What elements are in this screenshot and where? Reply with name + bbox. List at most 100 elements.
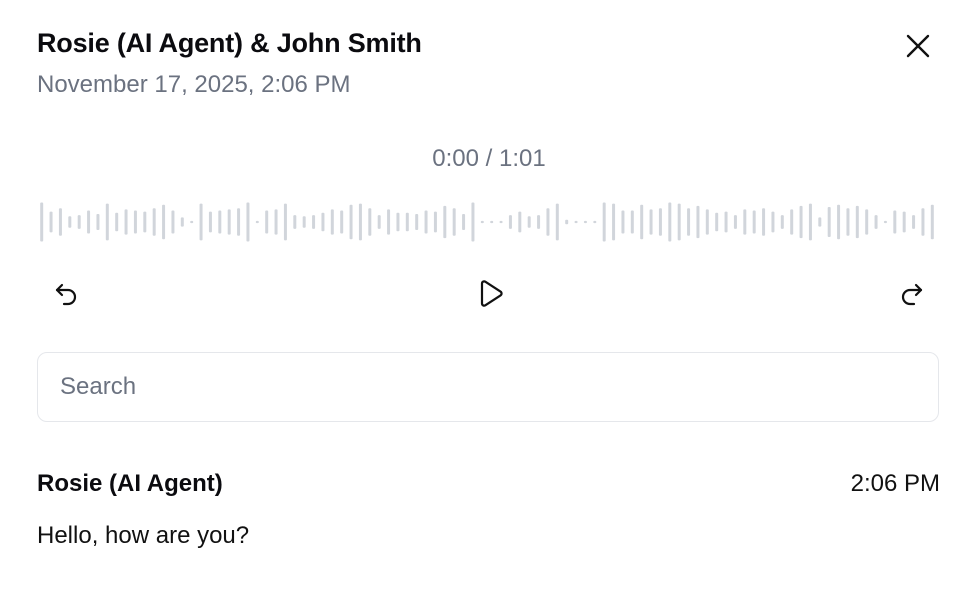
waveform-bar xyxy=(480,220,484,224)
waveform-bar xyxy=(40,202,44,242)
waveform-bar xyxy=(865,209,869,235)
waveform-bar xyxy=(471,202,475,242)
waveform-bar xyxy=(818,217,822,227)
waveform-bar xyxy=(199,203,203,241)
waveform-bar xyxy=(433,211,437,233)
waveform-bar xyxy=(405,212,409,232)
waveform-bar xyxy=(752,210,756,234)
waveform-bar xyxy=(105,203,109,241)
waveform-bar xyxy=(115,212,119,232)
play-button[interactable] xyxy=(468,272,512,316)
waveform-bar xyxy=(218,210,222,234)
waveform-bar xyxy=(49,211,53,233)
waveform-bar xyxy=(696,205,700,239)
waveform-bar xyxy=(583,220,587,224)
waveform-bar xyxy=(771,211,775,233)
close-button[interactable] xyxy=(898,26,938,66)
waveform-bar xyxy=(265,210,269,234)
transcript-search[interactable] xyxy=(37,352,939,422)
skip-back-button[interactable] xyxy=(44,272,88,316)
message-time: 2:06 PM xyxy=(850,470,940,497)
waveform-bar xyxy=(340,210,344,234)
waveform-bar xyxy=(293,215,297,229)
waveform-bar xyxy=(143,211,147,233)
waveform-bar xyxy=(415,213,419,231)
waveform-bar xyxy=(424,210,428,234)
waveform-bar xyxy=(377,215,381,229)
rewind-icon xyxy=(55,283,77,306)
waveform-bar xyxy=(921,208,925,236)
waveform-bar xyxy=(255,220,259,224)
waveform-bar xyxy=(902,211,906,233)
waveform-bar xyxy=(527,216,531,228)
waveform-bar xyxy=(349,204,353,240)
waveform-bar xyxy=(246,202,250,242)
waveform-bar xyxy=(68,216,72,228)
waveform-bar xyxy=(827,207,831,237)
waveform-bar xyxy=(621,210,625,234)
waveform-bar xyxy=(555,203,559,241)
waveform-bar xyxy=(171,210,175,234)
waveform-bar xyxy=(387,209,391,235)
waveform-bar xyxy=(190,220,194,224)
waveform-bar xyxy=(724,211,728,233)
waveform-bar xyxy=(733,215,737,229)
waveform-bar xyxy=(87,210,91,234)
waveform-bar xyxy=(790,209,794,235)
waveform-bar xyxy=(808,203,812,241)
waveform-bar xyxy=(321,212,325,232)
waveform-bar xyxy=(846,208,850,236)
waveform-bar xyxy=(133,210,137,234)
waveform-bar xyxy=(518,211,522,233)
waveform-bar xyxy=(537,215,541,229)
waveform-bar xyxy=(77,215,81,229)
dialog-title: Rosie (AI Agent) & John Smith xyxy=(37,28,422,58)
waveform-bar xyxy=(705,209,709,235)
waveform-bar xyxy=(274,209,278,235)
waveform-bar xyxy=(490,220,494,224)
waveform-bar xyxy=(677,203,681,241)
waveform-bar xyxy=(358,203,362,241)
waveform-bar xyxy=(715,212,719,232)
waveform-bar xyxy=(883,220,887,224)
waveform-bar xyxy=(668,202,672,242)
waveform-bar xyxy=(302,216,306,228)
waveform-bar xyxy=(96,213,100,231)
waveform-bar xyxy=(452,208,456,236)
play-icon xyxy=(480,280,503,307)
waveform-bar xyxy=(658,208,662,236)
waveform-bar xyxy=(124,209,128,235)
search-input[interactable] xyxy=(38,353,938,421)
waveform-bar xyxy=(499,220,503,224)
message-sender: Rosie (AI Agent) xyxy=(37,470,223,497)
waveform-bar xyxy=(762,208,766,236)
waveform-bar xyxy=(855,205,859,239)
forward-icon xyxy=(901,283,923,306)
waveform-bar xyxy=(593,220,597,224)
message-text: Hello, how are you? xyxy=(37,522,250,549)
waveform-bar xyxy=(687,208,691,236)
playback-time: 0:00 / 1:01 xyxy=(432,145,546,172)
waveform-bar xyxy=(574,220,578,224)
waveform-bar xyxy=(330,209,334,235)
waveform-bar xyxy=(893,210,897,234)
waveform-bar xyxy=(743,209,747,235)
waveform-bar xyxy=(630,210,634,234)
audio-waveform[interactable] xyxy=(37,196,937,248)
waveform-bar xyxy=(649,209,653,235)
waveform-bar xyxy=(283,203,287,241)
waveform-bar xyxy=(312,215,316,229)
waveform-bar xyxy=(780,215,784,229)
waveform-bar xyxy=(162,204,166,240)
waveform-bar xyxy=(396,212,400,232)
waveform-bar xyxy=(602,202,606,242)
waveform-bar xyxy=(462,213,466,231)
waveform-bar xyxy=(799,205,803,239)
waveform-bar xyxy=(368,208,372,236)
waveform-bar xyxy=(443,205,447,239)
waveform-bar xyxy=(546,208,550,236)
waveform-bar xyxy=(237,208,241,236)
waveform-bar xyxy=(58,208,62,236)
waveform-bar xyxy=(612,203,616,241)
skip-forward-button[interactable] xyxy=(890,272,934,316)
